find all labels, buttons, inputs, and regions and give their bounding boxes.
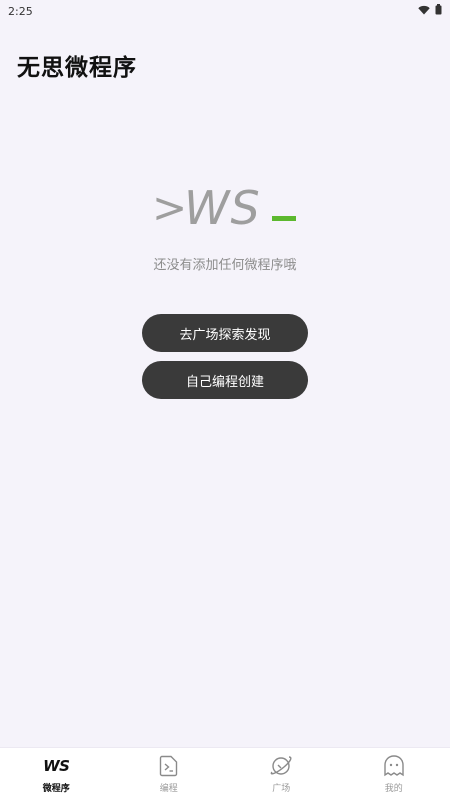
ghost-face-icon <box>381 754 407 778</box>
nav-item-mine[interactable]: 我的 <box>338 748 450 800</box>
nav-ws-text: WS <box>43 757 70 775</box>
logo-text: WS <box>184 181 261 234</box>
battery-icon <box>435 4 442 18</box>
bottom-nav: WS 微程序 编程 广场 我的 <box>0 747 450 800</box>
status-bar: 2:25 <box>0 0 450 22</box>
app-screen: 2:25 无思微程序 > WS 还没有添加任何微程序哦 去广场探索发现 自己编程… <box>0 0 450 800</box>
nav-label-mine: 我的 <box>384 784 403 794</box>
empty-state-message: 还没有添加任何微程序哦 <box>153 258 297 273</box>
code-file-icon <box>156 754 182 778</box>
planet-icon <box>268 754 294 778</box>
status-icons <box>418 4 442 18</box>
nav-item-programming[interactable]: 编程 <box>113 748 226 800</box>
nav-label-micro-programs: 微程序 <box>42 784 70 794</box>
logo-cursor <box>272 216 296 221</box>
ws-logo-icon: WS <box>43 754 70 778</box>
logo-prompt: > <box>152 183 187 232</box>
nav-label-plaza: 广场 <box>272 784 291 794</box>
page-title: 无思微程序 <box>17 55 137 81</box>
status-time: 2:25 <box>8 4 33 18</box>
nav-item-plaza[interactable]: 广场 <box>225 748 338 800</box>
wifi-icon <box>418 5 430 18</box>
ws-logo: > WS <box>152 181 296 234</box>
create-program-button[interactable]: 自己编程创建 <box>142 361 308 399</box>
nav-label-programming: 编程 <box>159 784 178 794</box>
explore-plaza-button[interactable]: 去广场探索发现 <box>142 314 308 352</box>
nav-item-micro-programs[interactable]: WS 微程序 <box>0 748 113 800</box>
